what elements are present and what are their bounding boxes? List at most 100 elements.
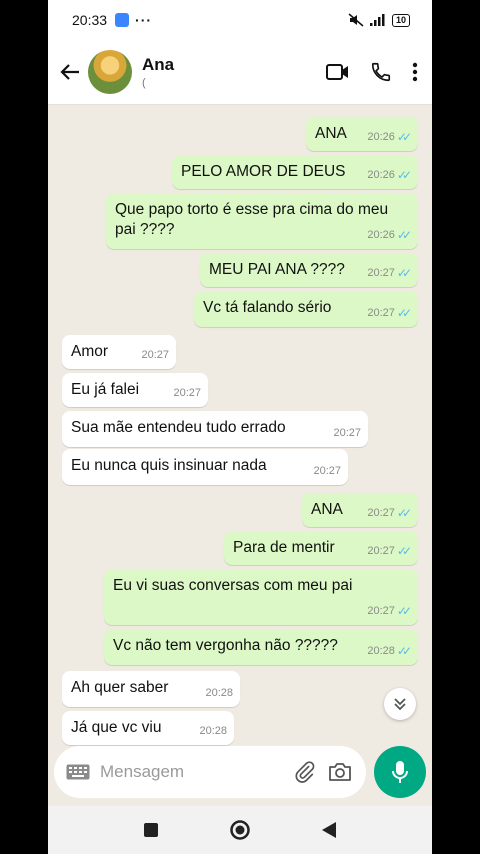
message-text: Amor (71, 343, 109, 360)
message-meta: 20:26 ✓✓ (367, 165, 412, 185)
message-time: 20:28 (205, 687, 233, 699)
message-meta: 20:28 (199, 721, 227, 741)
microphone-icon (392, 761, 408, 783)
more-notifications-icon: ··· (135, 12, 153, 28)
contact-avatar[interactable] (88, 50, 132, 94)
battery-icon: 10 (391, 13, 410, 27)
message-time: 20:28 (367, 645, 395, 657)
contact-info[interactable]: Ana ( (142, 55, 174, 89)
message-input[interactable] (98, 761, 272, 783)
message-composer (54, 746, 366, 798)
message-bubble[interactable]: Já que vc viu 20:28 (62, 711, 234, 745)
message-meta: 20:26 ✓✓ (367, 225, 412, 245)
keyboard-icon[interactable] (66, 764, 90, 780)
message-text: Que papo torto é esse pra cima do meu pa… (115, 201, 389, 238)
header-actions (326, 61, 418, 83)
message-meta: 20:27 ✓✓ (367, 303, 412, 323)
message-bubble[interactable]: Que papo torto é esse pra cima do meu pa… (106, 193, 418, 249)
chat-header: Ana ( (48, 40, 432, 105)
message-text: Eu nunca quis insinuar nada (71, 457, 267, 474)
read-ticks-icon: ✓✓ (396, 306, 412, 320)
read-ticks-icon: ✓✓ (396, 544, 412, 558)
message-bubble[interactable]: MEU PAI ANA ???? 20:27 ✓✓ (200, 253, 418, 287)
camera-icon[interactable] (328, 762, 352, 782)
message-bubble[interactable]: Eu vi suas conversas com meu pai 20:27 ✓✓ (104, 569, 418, 625)
read-ticks-icon: ✓✓ (396, 266, 412, 280)
contact-status: ( (142, 77, 146, 89)
message-bubble[interactable]: Para de mentir 20:27 ✓✓ (224, 531, 418, 565)
message-meta: 20:28 ✓✓ (367, 641, 412, 661)
message-time: 20:26 (367, 229, 395, 241)
system-navigation-bar (48, 806, 432, 854)
back-arrow-icon[interactable] (56, 58, 84, 86)
message-text: Já que vc viu (71, 719, 162, 736)
message-time: 20:27 (173, 387, 201, 399)
message-time: 20:27 (313, 465, 341, 477)
voice-message-button[interactable] (374, 746, 426, 798)
message-meta: 20:28 (205, 683, 233, 703)
mute-icon (348, 13, 364, 27)
attach-icon[interactable] (294, 761, 316, 783)
message-time: 20:27 (367, 605, 395, 617)
message-time: 20:26 (367, 169, 395, 181)
recent-apps-icon[interactable] (143, 822, 159, 838)
message-text: Eu vi suas conversas com meu pai (113, 577, 353, 594)
message-text: Vc tá falando sério (203, 299, 332, 316)
message-meta: 20:27 (333, 423, 361, 443)
message-time: 20:26 (367, 131, 395, 143)
message-meta: 20:26 ✓✓ (367, 127, 412, 147)
message-bubble[interactable]: PELO AMOR DE DEUS 20:26 ✓✓ (172, 155, 418, 189)
home-icon[interactable] (229, 819, 251, 841)
message-bubble[interactable]: Sua mãe entendeu tudo errado 20:27 (62, 411, 368, 447)
phone-call-icon[interactable] (370, 61, 392, 83)
back-triangle-icon[interactable] (321, 821, 337, 839)
scroll-to-bottom-button[interactable] (384, 688, 416, 720)
message-time: 20:27 (367, 267, 395, 279)
message-bubble[interactable]: Eu já falei 20:27 (62, 373, 208, 407)
status-bar: 20:33 ··· 10 (48, 0, 432, 40)
double-chevron-down-icon (394, 698, 406, 711)
message-text: Para de mentir (233, 539, 335, 556)
message-list[interactable]: ANA 20:26 ✓✓ PELO AMOR DE DEUS 20:26 ✓✓ Qu… (48, 105, 432, 745)
read-ticks-icon: ✓✓ (396, 604, 412, 618)
message-time: 20:28 (199, 725, 227, 737)
message-text: Vc não tem vergonha não ????? (113, 637, 338, 654)
message-text: Sua mãe entendeu tudo errado (71, 419, 286, 436)
status-icons: 10 (348, 13, 410, 27)
message-bubble[interactable]: Vc tá falando sério 20:27 ✓✓ (194, 291, 418, 327)
message-bubble[interactable]: Eu nunca quis insinuar nada 20:27 (62, 449, 348, 485)
message-bubble[interactable]: ANA 20:26 ✓✓ (306, 117, 418, 151)
message-time: 20:27 (367, 507, 395, 519)
message-text: Eu já falei (71, 381, 140, 398)
message-bubble[interactable]: Ah quer saber 20:28 (62, 671, 240, 707)
message-time: 20:27 (333, 427, 361, 439)
message-time: 20:27 (367, 307, 395, 319)
message-bubble[interactable]: Amor 20:27 (62, 335, 176, 369)
message-bubble[interactable]: Vc não tem vergonha não ????? 20:28 ✓✓ (104, 629, 418, 665)
contact-name: Ana (142, 55, 175, 74)
message-meta: 20:27 ✓✓ (367, 503, 412, 523)
message-bubble[interactable]: ANA 20:27 ✓✓ (302, 493, 418, 527)
message-meta: 20:27 (173, 383, 201, 403)
read-ticks-icon: ✓✓ (396, 130, 412, 144)
read-ticks-icon: ✓✓ (396, 168, 412, 182)
read-ticks-icon: ✓✓ (396, 228, 412, 242)
read-ticks-icon: ✓✓ (396, 644, 412, 658)
status-time: 20:33 (72, 12, 108, 28)
message-meta: 20:27 ✓✓ (367, 601, 412, 621)
message-meta: 20:27 ✓✓ (367, 541, 412, 561)
more-options-icon[interactable] (412, 62, 418, 82)
message-text: MEU PAI ANA ???? (209, 261, 345, 278)
read-ticks-icon: ✓✓ (396, 506, 412, 520)
message-meta: 20:27 (313, 461, 341, 481)
message-text: ANA (315, 125, 347, 142)
notification-app-icon (115, 13, 130, 27)
message-text: Ah quer saber (71, 679, 169, 696)
message-meta: 20:27 (141, 345, 169, 365)
message-time: 20:27 (367, 545, 395, 557)
message-text: ANA (311, 501, 343, 518)
video-call-icon[interactable] (326, 63, 350, 81)
message-time: 20:27 (141, 349, 169, 361)
message-meta: 20:27 ✓✓ (367, 263, 412, 283)
signal-icon (369, 14, 385, 26)
